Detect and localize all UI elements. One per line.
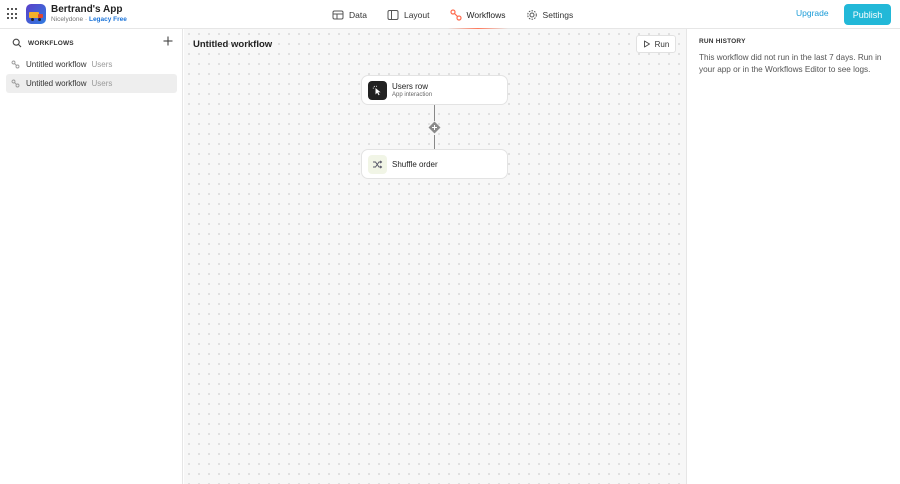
app-switcher-grid-icon[interactable]: [7, 8, 19, 20]
publish-button[interactable]: Publish: [844, 4, 891, 25]
add-workflow-icon[interactable]: [162, 35, 174, 47]
trigger-node-text: Users row App interaction: [392, 82, 432, 98]
workflow-list: Untitled workflow Users Untitled workflo…: [6, 55, 177, 93]
workflow-name: Untitled workflow: [26, 60, 87, 69]
list-item[interactable]: Untitled workflow Users: [6, 55, 177, 74]
play-icon: [643, 40, 650, 48]
tab-layout[interactable]: Layout: [377, 0, 440, 29]
tab-data-label: Data: [349, 9, 367, 20]
sidebar-header: WORKFLOWS: [12, 37, 74, 49]
app-subtitle: Nicelydone · Legacy Free: [51, 16, 127, 23]
trigger-node[interactable]: Users row App interaction: [361, 75, 508, 105]
workflows-icon: [449, 8, 462, 21]
app-name[interactable]: Bertrand's App: [51, 4, 122, 15]
tab-layout-label: Layout: [403, 9, 430, 20]
trigger-subtitle: App interaction: [392, 92, 433, 98]
sidebar-title: WORKFLOWS: [28, 39, 74, 47]
run-history-title: RUN HISTORY: [699, 38, 746, 45]
plan-badge[interactable]: Legacy Free: [89, 16, 127, 23]
tab-workflows-label: Workflows: [466, 9, 506, 20]
run-history-panel: RUN HISTORY This workflow did not run in…: [686, 29, 900, 484]
run-button[interactable]: Run: [636, 35, 676, 53]
action-title: Shuffle order: [392, 159, 438, 169]
layout-icon: [387, 9, 399, 20]
page-title[interactable]: Untitled workflow: [193, 39, 272, 50]
workflow-canvas[interactable]: Untitled workflow Run Users row App inte…: [184, 29, 686, 484]
tab-settings[interactable]: Settings: [516, 0, 584, 29]
main-nav: Data Layout Workflows Settings: [332, 0, 584, 30]
workflows-sidebar: WORKFLOWS Untitled workflow Users Untitl…: [0, 29, 183, 484]
connector-line: [434, 135, 435, 149]
run-label: Run: [654, 39, 670, 49]
workflow-icon: [11, 60, 20, 69]
data-grid-icon: [332, 10, 344, 19]
app-logo[interactable]: [26, 4, 46, 24]
list-item[interactable]: Untitled workflow Users: [6, 74, 177, 93]
workflow-table: Users: [91, 60, 113, 69]
connector-line: [434, 105, 435, 121]
trigger-title: Users row: [392, 82, 429, 91]
shuffle-icon: [368, 154, 387, 174]
workspace-name: Nicelydone: [51, 16, 84, 23]
run-history-message: This workflow did not run in the last 7 …: [699, 53, 882, 74]
workflow-name: Untitled workflow: [26, 79, 87, 88]
search-icon[interactable]: [12, 38, 22, 48]
action-node-text: Shuffle order: [392, 160, 438, 169]
gear-icon: [526, 9, 537, 20]
tab-data[interactable]: Data: [332, 0, 377, 29]
workflow-icon: [11, 79, 20, 88]
workflow-table: Users: [91, 79, 113, 88]
tab-workflows[interactable]: Workflows: [440, 0, 516, 30]
tab-settings-label: Settings: [542, 9, 574, 20]
pointer-click-icon: [368, 80, 387, 100]
upgrade-button[interactable]: Upgrade: [796, 8, 829, 18]
separator: ·: [84, 16, 88, 23]
top-bar: Bertrand's App Nicelydone · Legacy Free …: [0, 0, 900, 30]
add-step-icon[interactable]: [428, 121, 441, 134]
action-node[interactable]: Shuffle order: [361, 149, 508, 179]
